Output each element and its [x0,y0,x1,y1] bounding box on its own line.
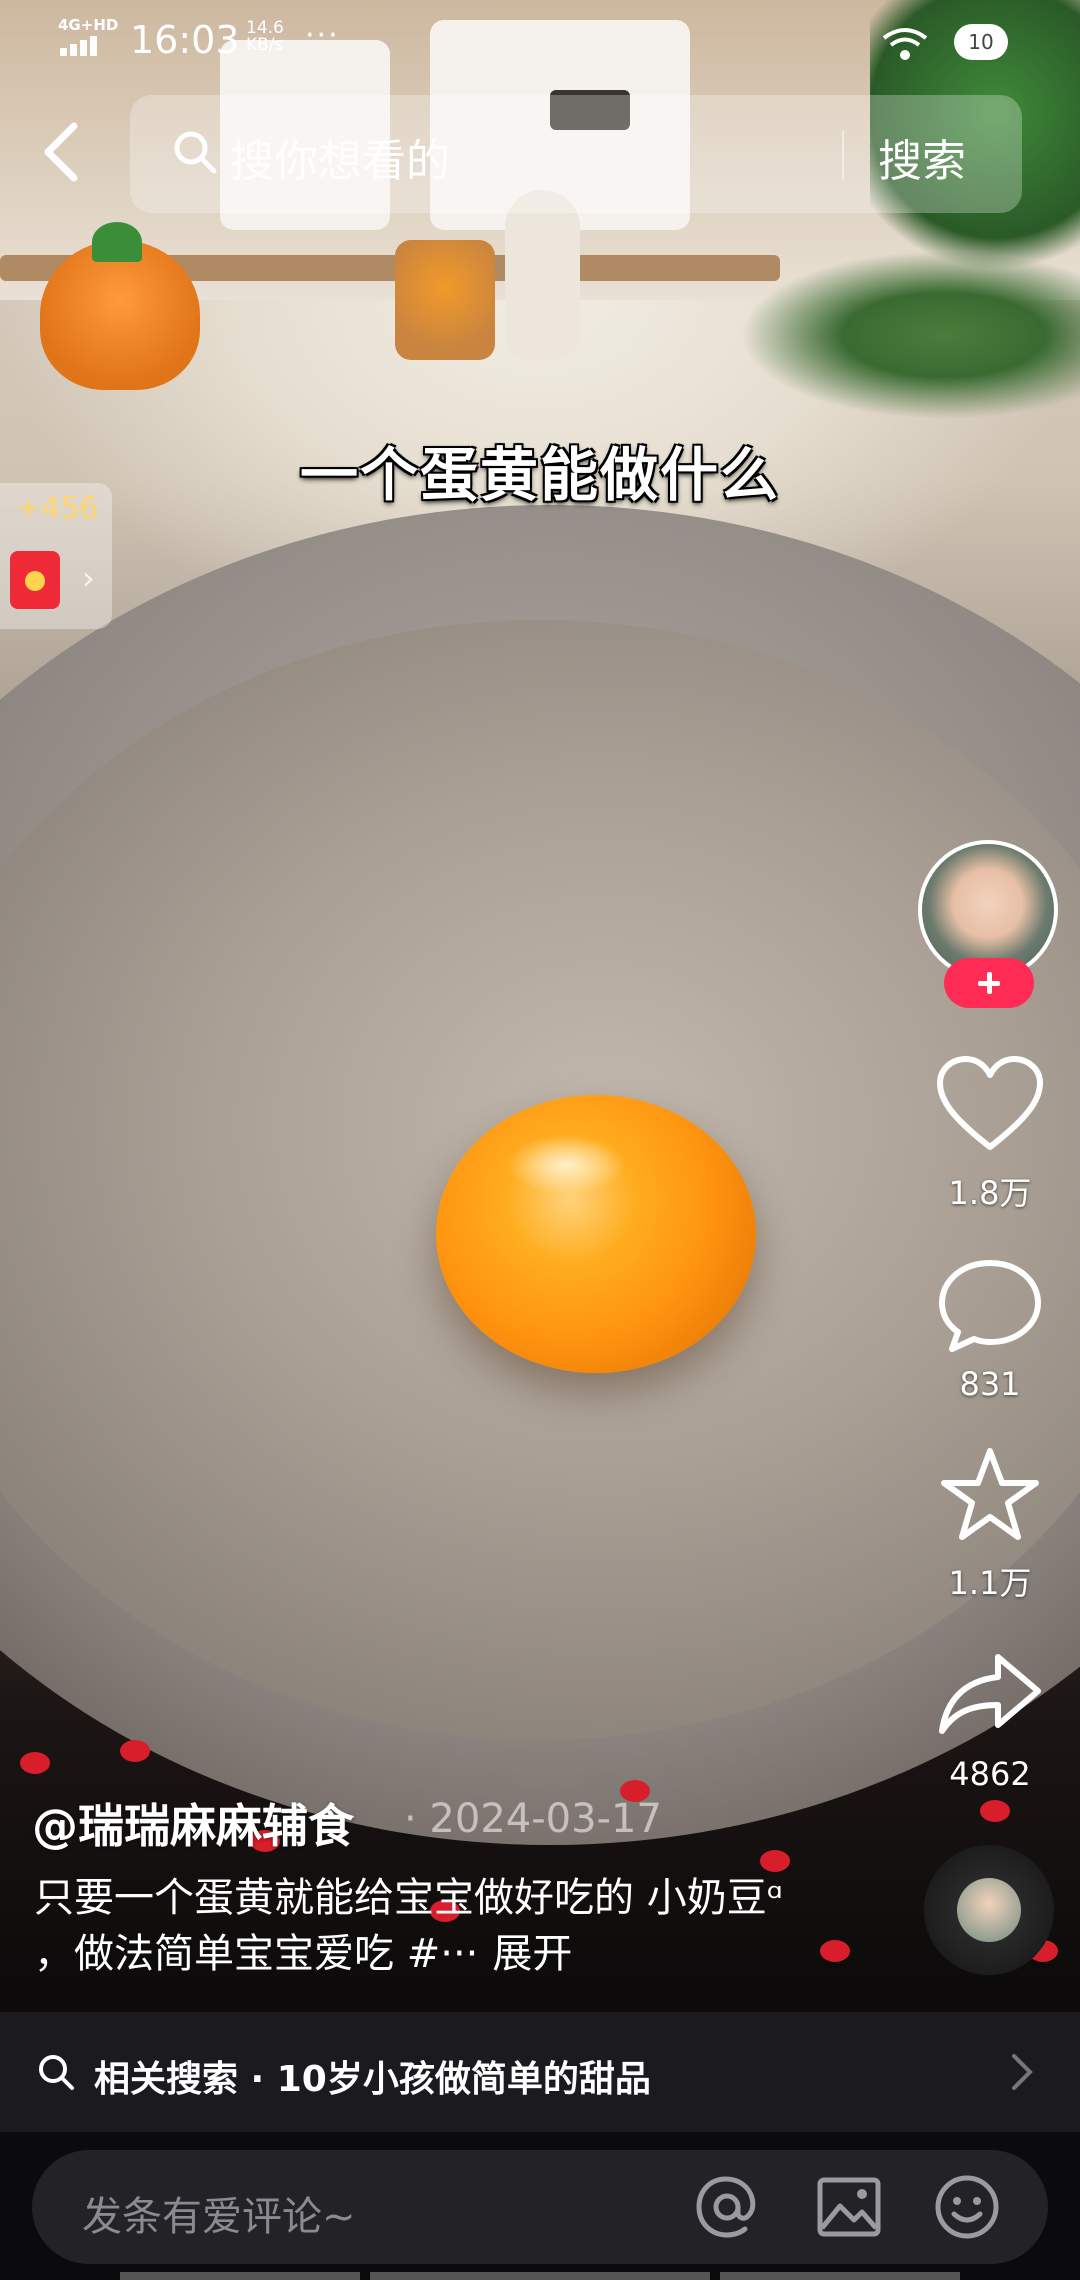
video-title-overlay: 一个蛋黄能做什么 [299,441,780,509]
battery-indicator: 10 [954,24,1008,60]
search-button[interactable]: 搜索 [878,125,966,189]
expand-button[interactable]: 展开 [492,1931,572,1977]
like-heart-icon[interactable] [934,1055,1046,1155]
like-count: 1.8万 [948,1174,1032,1212]
related-search-text: 相关搜索 · 10岁小孩做简单的甜品 [94,2059,651,2100]
search-divider [842,131,844,179]
red-envelope-icon [10,551,60,609]
reward-points: +456 [16,491,99,526]
comment-bubble-icon[interactable] [934,1255,1046,1355]
video-description[interactable]: 只要一个蛋黄就能给宝宝做好吃的 小奶豆ᵅ ，做法简单宝宝爱吃 #··· 展开 [34,1870,794,1982]
video-frame-prop [92,222,142,262]
wifi-icon [882,28,928,60]
share-arrow-icon[interactable] [934,1645,1046,1745]
post-date: · 2024-03-17 [404,1796,662,1842]
comment-placeholder: 发条有爱评论~ [82,2194,356,2240]
comment-bar: 发条有爱评论~ [0,2132,1080,2280]
mention-at-icon[interactable] [692,2172,762,2242]
home-indicator [120,2272,960,2280]
emoji-icon[interactable] [932,2172,1002,2242]
video-frame-prop [40,240,200,390]
search-input[interactable]: 搜你想看的 [230,125,450,189]
clock: 16:03 [130,18,240,62]
network-type: 4G+HD [58,16,119,34]
related-search-bar[interactable]: 相关搜索 · 10岁小孩做简单的甜品 [0,2012,1080,2132]
more-notifications-icon: ··· [305,18,340,53]
search-bar[interactable]: 搜你想看的 搜索 [130,95,1022,213]
reward-widget[interactable]: +456 › [0,483,112,629]
image-icon[interactable] [814,2172,884,2242]
signal-icon [60,36,104,56]
video-frame-egg-yolk [436,1095,756,1373]
favorite-star-icon[interactable] [934,1445,1046,1545]
chevron-right-icon: › [82,559,95,597]
follow-button[interactable] [944,958,1034,1008]
chevron-right-icon [1012,2054,1033,2090]
back-arrow-icon[interactable] [40,120,84,184]
comment-input[interactable]: 发条有爱评论~ [32,2150,1048,2264]
video-frame-prop [740,250,1080,420]
status-bar: 4G+HD 16:03 14.6 KB/s ··· 10 [0,0,1080,80]
video-frame-prop [505,190,580,360]
music-disc[interactable] [924,1845,1054,1975]
share-count: 4862 [949,1755,1031,1793]
search-icon [39,2055,74,2090]
author-name[interactable]: @瑞瑞麻麻辅食 [32,1790,354,1856]
network-speed: 14.6 KB/s [246,18,284,55]
search-icon [174,131,217,174]
favorite-count: 1.1万 [948,1564,1032,1602]
video-frame-prop [395,240,495,360]
comment-count: 831 [959,1365,1021,1403]
video-feed-screen[interactable]: 4G+HD 16:03 14.6 KB/s ··· 10 搜你想看的 搜索 一个… [0,0,1080,2280]
music-disc-avatar [957,1878,1021,1942]
description-text: 只要一个蛋黄就能给宝宝做好吃的 小奶豆ᵅ ，做法简单宝宝爱吃 #··· [34,1875,783,1977]
